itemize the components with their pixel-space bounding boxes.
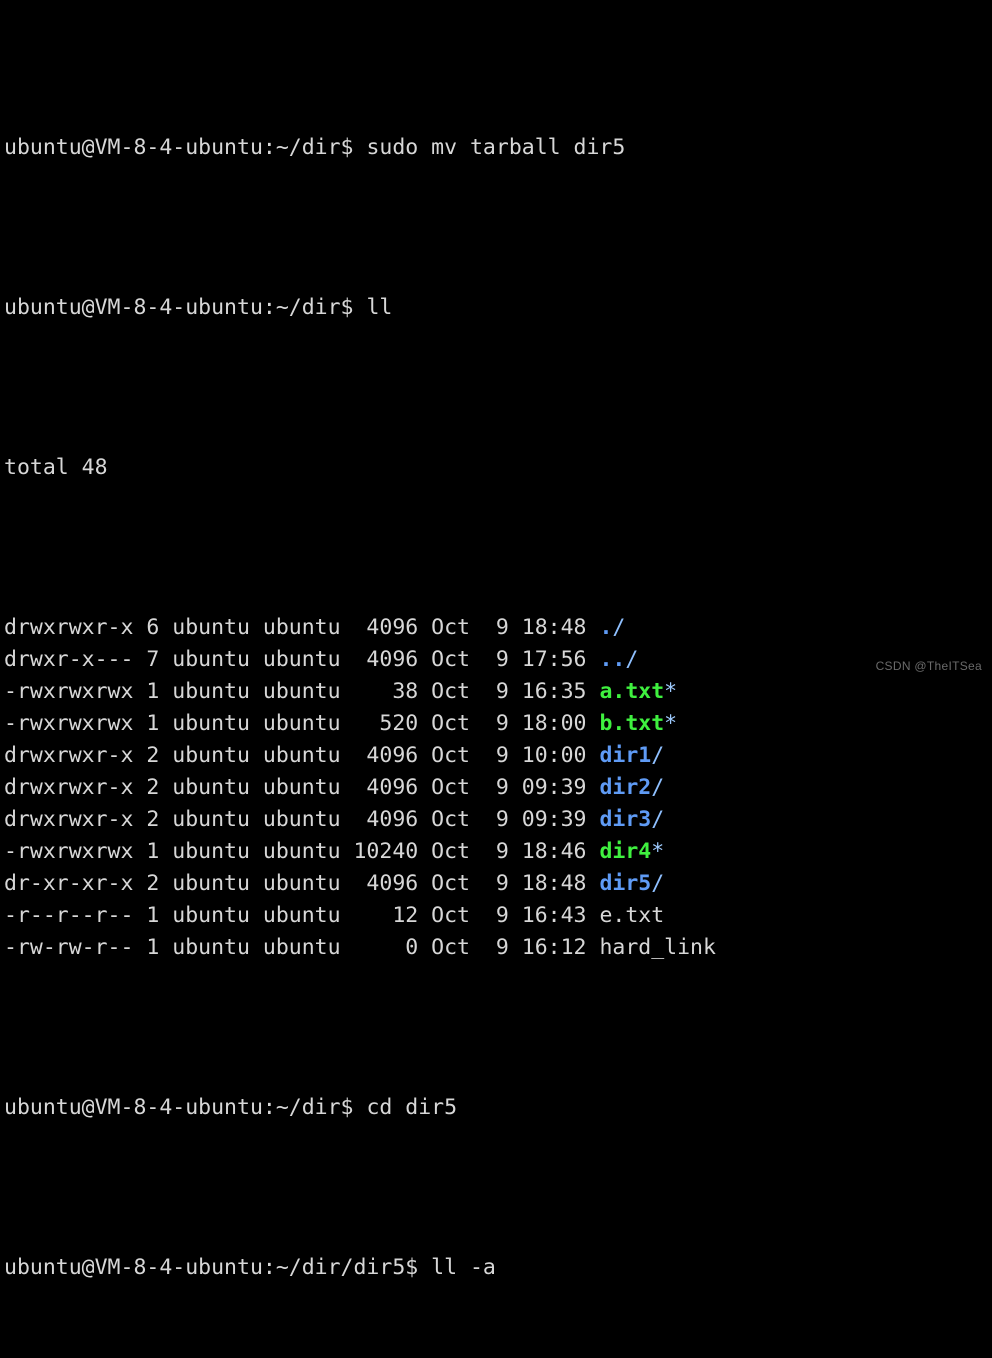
dir-suffix-icon: / xyxy=(651,775,665,800)
file-name: e.txt xyxy=(599,903,665,928)
exec-suffix-icon: * xyxy=(651,839,665,864)
terminal-screen[interactable]: ubuntu@VM-8-4-ubuntu:~/dir$ sudo mv tarb… xyxy=(0,0,992,1280)
watermark: CSDN @TheITSea xyxy=(875,659,982,673)
exec-suffix-icon: * xyxy=(664,711,678,736)
file-row: drwxr-x--- 7 ubuntu ubuntu 4096 Oct 9 17… xyxy=(4,644,992,676)
file-name: b.txt xyxy=(599,711,665,736)
file-name: dir5 xyxy=(599,871,652,896)
listing-total: total 48 xyxy=(4,452,992,484)
dir-suffix-icon: / xyxy=(612,615,626,640)
file-metadata: drwxr-x--- 7 ubuntu ubuntu 4096 Oct 9 17… xyxy=(4,647,600,672)
file-metadata: drwxrwxr-x 2 ubuntu ubuntu 4096 Oct 9 10… xyxy=(4,743,600,768)
file-metadata: -r--r--r-- 1 ubuntu ubuntu 12 Oct 9 16:4… xyxy=(4,903,600,928)
file-row: dr-xr-xr-x 2 ubuntu ubuntu 4096 Oct 9 18… xyxy=(4,868,992,900)
shell-prompt: ubuntu@VM-8-4-ubuntu:~/dir/dir5$ xyxy=(4,1255,432,1280)
file-metadata: -rwxrwxrwx 1 ubuntu ubuntu 520 Oct 9 18:… xyxy=(4,711,600,736)
dir-suffix-icon: / xyxy=(651,743,665,768)
command-line-ll-a: ubuntu@VM-8-4-ubuntu:~/dir/dir5$ ll -a xyxy=(4,1252,992,1284)
shell-prompt: ubuntu@VM-8-4-ubuntu:~/dir$ xyxy=(4,135,367,160)
file-metadata: dr-xr-xr-x 2 ubuntu ubuntu 4096 Oct 9 18… xyxy=(4,871,600,896)
file-row: drwxrwxr-x 2 ubuntu ubuntu 4096 Oct 9 09… xyxy=(4,804,992,836)
file-metadata: drwxrwxr-x 2 ubuntu ubuntu 4096 Oct 9 09… xyxy=(4,775,600,800)
listing-total-text: total 48 xyxy=(4,455,108,480)
command-text: cd dir5 xyxy=(366,1095,458,1120)
file-row: drwxrwxr-x 2 ubuntu ubuntu 4096 Oct 9 09… xyxy=(4,772,992,804)
file-row: -rwxrwxrwx 1 ubuntu ubuntu 10240 Oct 9 1… xyxy=(4,836,992,868)
exec-suffix-icon: * xyxy=(664,679,678,704)
dir-suffix-icon: / xyxy=(651,871,665,896)
file-name: a.txt xyxy=(599,679,665,704)
dir-suffix-icon: / xyxy=(651,807,665,832)
command-line-ll: ubuntu@VM-8-4-ubuntu:~/dir$ ll xyxy=(4,292,992,324)
file-metadata: -rw-rw-r-- 1 ubuntu ubuntu 0 Oct 9 16:12 xyxy=(4,935,600,960)
file-row: -rw-rw-r-- 1 ubuntu ubuntu 0 Oct 9 16:12… xyxy=(4,932,992,964)
dir-suffix-icon: / xyxy=(625,647,639,672)
file-metadata: -rwxrwxrwx 1 ubuntu ubuntu 38 Oct 9 16:3… xyxy=(4,679,600,704)
file-row: -rwxrwxrwx 1 ubuntu ubuntu 38 Oct 9 16:3… xyxy=(4,676,992,708)
file-name: dir2 xyxy=(599,775,652,800)
shell-prompt: ubuntu@VM-8-4-ubuntu:~/dir$ xyxy=(4,1095,367,1120)
file-row: -rwxrwxrwx 1 ubuntu ubuntu 520 Oct 9 18:… xyxy=(4,708,992,740)
file-name: hard_link xyxy=(599,935,716,960)
file-metadata: drwxrwxr-x 2 ubuntu ubuntu 4096 Oct 9 09… xyxy=(4,807,600,832)
file-metadata: drwxrwxr-x 6 ubuntu ubuntu 4096 Oct 9 18… xyxy=(4,615,600,640)
command-line-cd: ubuntu@VM-8-4-ubuntu:~/dir$ cd dir5 xyxy=(4,1092,992,1124)
file-metadata: -rwxrwxrwx 1 ubuntu ubuntu 10240 Oct 9 1… xyxy=(4,839,600,864)
file-row: drwxrwxr-x 2 ubuntu ubuntu 4096 Oct 9 10… xyxy=(4,740,992,772)
command-text: ll -a xyxy=(431,1255,496,1280)
file-name: dir4 xyxy=(599,839,652,864)
file-name: dir3 xyxy=(599,807,652,832)
file-row: -r--r--r-- 1 ubuntu ubuntu 12 Oct 9 16:4… xyxy=(4,900,992,932)
file-name: .. xyxy=(599,647,626,672)
file-row: drwxrwxr-x 6 ubuntu ubuntu 4096 Oct 9 18… xyxy=(4,612,992,644)
shell-prompt: ubuntu@VM-8-4-ubuntu:~/dir$ xyxy=(4,295,367,320)
command-text: sudo mv tarball dir5 xyxy=(366,135,626,160)
file-listing-dir: drwxrwxr-x 6 ubuntu ubuntu 4096 Oct 9 18… xyxy=(4,612,992,964)
file-name: dir1 xyxy=(599,743,652,768)
command-text: ll xyxy=(366,295,393,320)
file-name: . xyxy=(599,615,613,640)
command-line-mv: ubuntu@VM-8-4-ubuntu:~/dir$ sudo mv tarb… xyxy=(4,132,992,164)
